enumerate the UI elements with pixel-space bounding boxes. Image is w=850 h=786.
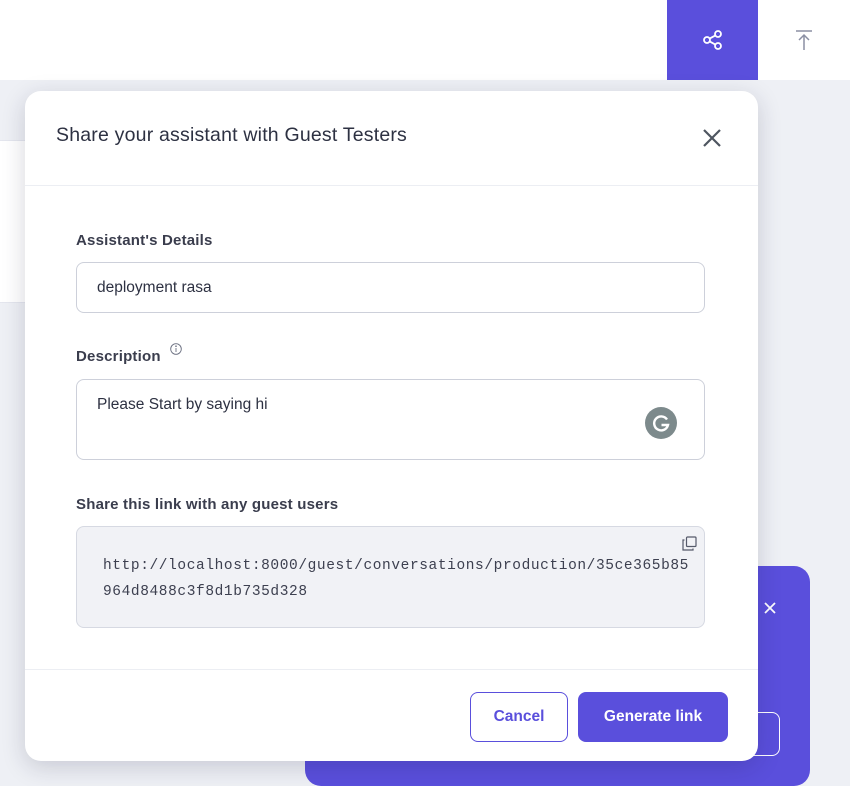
modal-close-button[interactable]	[697, 123, 727, 153]
cancel-button[interactable]: Cancel	[470, 692, 568, 742]
grammarly-icon[interactable]	[645, 407, 677, 439]
toast-close-button[interactable]	[755, 596, 785, 620]
description-textarea[interactable]: Please Start by saying hi	[76, 379, 705, 460]
modal-footer: Cancel Generate link	[25, 669, 758, 762]
assistant-details-label: Assistant's Details	[76, 232, 213, 249]
grammarly-g-glyph	[653, 415, 670, 432]
modal-header: Share your assistant with Guest Testers	[25, 91, 758, 186]
share-link-text[interactable]: http://localhost:8000/guest/conversation…	[103, 553, 693, 605]
generate-link-button[interactable]: Generate link	[578, 692, 728, 742]
copy-link-button[interactable]	[678, 532, 700, 554]
upload-arrow-icon	[796, 30, 812, 50]
close-icon	[764, 602, 776, 614]
assistant-name-input[interactable]	[76, 262, 705, 313]
share-modal: Share your assistant with Guest Testers …	[25, 91, 758, 761]
modal-title: Share your assistant with Guest Testers	[56, 124, 408, 146]
description-label: Description	[76, 348, 161, 365]
info-icon	[170, 343, 182, 355]
share-link-box: http://localhost:8000/guest/conversation…	[76, 526, 705, 628]
share-link-label: Share this link with any guest users	[76, 496, 339, 513]
share-button[interactable]	[667, 0, 758, 80]
description-text: Please Start by saying hi	[97, 396, 268, 413]
top-header-bar	[0, 0, 850, 80]
copy-icon	[681, 535, 697, 551]
share-nodes-icon	[702, 30, 722, 50]
upload-button[interactable]	[758, 0, 850, 80]
close-icon	[703, 129, 721, 147]
